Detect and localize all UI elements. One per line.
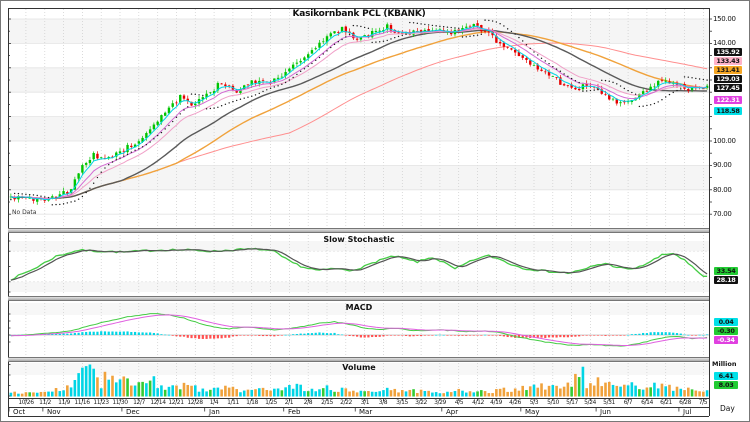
price-badge: 131.41 <box>714 66 742 74</box>
price-badge: 129.03 <box>714 75 742 83</box>
panel-splitter[interactable] <box>8 357 709 362</box>
panel-splitter[interactable] <box>8 296 709 301</box>
price-axis-label: 90.00 <box>713 161 732 169</box>
price-axis-label: 80.00 <box>713 186 732 194</box>
volume-panel-title: Volume <box>342 363 376 372</box>
x-axis-week-label: 7/5 <box>698 399 708 406</box>
x-axis-month-label: Feb <box>288 408 301 416</box>
price-badge: 118.58 <box>714 107 742 115</box>
x-axis-month-label: Dec <box>126 408 140 416</box>
x-axis-month-label: May <box>525 408 540 416</box>
volume-unit-label: Million <box>712 360 737 368</box>
price-chart-area[interactable] <box>9 9 709 228</box>
x-axis-month-label: Jun <box>600 408 611 416</box>
price-badge: 133.43 <box>714 57 742 65</box>
price-axis-label: 70.00 <box>713 210 732 218</box>
panel-splitter[interactable] <box>8 228 709 233</box>
no-data-label: No Data <box>12 209 37 216</box>
price-badge: 135.92 <box>714 48 742 56</box>
volume-badge: 8.03 <box>714 381 738 389</box>
price-axis-label: 140.00 <box>713 39 736 47</box>
price-axis-label: 100.00 <box>713 137 736 145</box>
volume-badge: 6.41 <box>714 372 738 380</box>
chart-window: Kasikornbank PCL (KBANK) Slow Stochastic… <box>0 0 750 422</box>
x-axis-month-label: Apr <box>446 408 459 416</box>
x-axis-month-label: Jan <box>209 408 220 416</box>
stochastic-badge: 28.18 <box>714 276 738 284</box>
period-label[interactable]: Day <box>720 404 735 413</box>
x-axis-month-label: Mar <box>359 408 373 416</box>
macd-badge: -0.30 <box>714 327 738 335</box>
x-axis-month-label: Nov <box>47 408 61 416</box>
price-badge: 122.31 <box>714 96 742 104</box>
x-axis-month-label: Jul <box>683 408 692 416</box>
price-axis-label: 150.00 <box>713 15 736 23</box>
chart-title: Kasikornbank PCL (KBANK) <box>292 9 426 19</box>
macd-badge: 0.04 <box>714 318 738 326</box>
macd-panel-title: MACD <box>345 303 373 312</box>
macd-badge: -0.34 <box>714 336 738 344</box>
price-badge: 127.45 <box>714 84 742 92</box>
stochastic-panel-title: Slow Stochastic <box>323 235 395 244</box>
stochastic-badge: 33.54 <box>714 267 738 275</box>
x-axis-month-label: Oct <box>13 408 26 416</box>
